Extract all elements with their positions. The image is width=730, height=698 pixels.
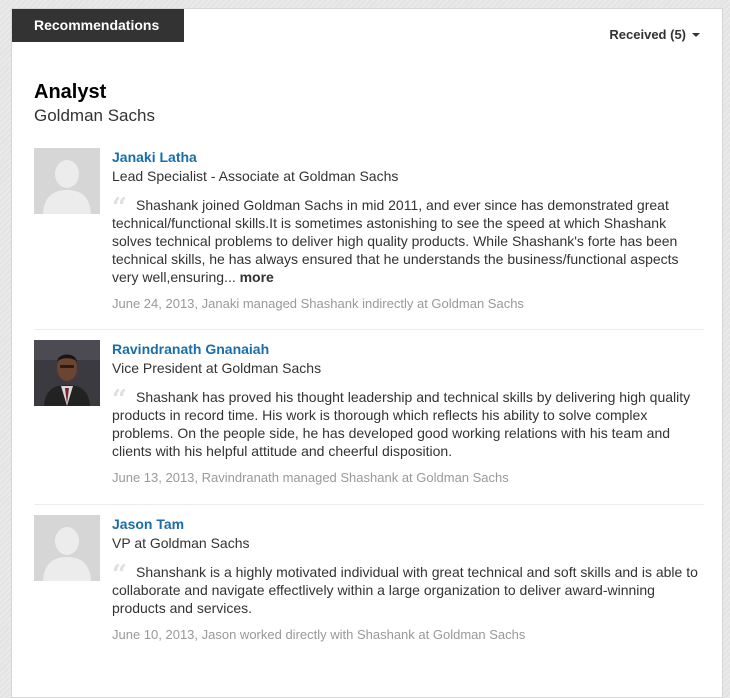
recommendation-text-body: Shanshank is a highly motivated individu… bbox=[112, 564, 698, 616]
recommender-headline: Vice President at Goldman Sachs bbox=[112, 360, 322, 376]
recommendation-meta: June 13, 2013, Ravindranath managed Shas… bbox=[112, 470, 509, 485]
quote-mark-icon: “ bbox=[112, 193, 127, 223]
avatar[interactable] bbox=[34, 515, 100, 581]
recommendation-body: Ravindranath Gnanaiah Vice President at … bbox=[112, 340, 704, 486]
recommendation-text: “Shashank has proved his thought leaders… bbox=[112, 385, 704, 460]
recommendations-panel: Recommendations Received (5) Analyst Gol… bbox=[11, 8, 723, 698]
position-title: Analyst bbox=[34, 81, 107, 103]
caret-down-icon bbox=[692, 32, 700, 37]
recommendation-text-body: Shashank joined Goldman Sachs in mid 201… bbox=[112, 197, 679, 285]
recommendation-meta: June 24, 2013, Janaki managed Shashank i… bbox=[112, 296, 524, 311]
recommendation-body: Jason Tam VP at Goldman Sachs “Shanshank… bbox=[112, 515, 704, 643]
recommendation-text: “Shashank joined Goldman Sachs in mid 20… bbox=[112, 193, 704, 286]
person-placeholder-icon bbox=[34, 148, 100, 214]
recommender-name-link[interactable]: Ravindranath Gnanaiah bbox=[112, 340, 269, 358]
recommendation-text: “Shanshank is a highly motivated individ… bbox=[112, 560, 704, 617]
recommender-name-link[interactable]: Jason Tam bbox=[112, 515, 184, 533]
person-photo-icon bbox=[34, 340, 100, 406]
person-placeholder-icon bbox=[34, 515, 100, 581]
avatar[interactable] bbox=[34, 340, 100, 406]
avatar[interactable] bbox=[34, 148, 100, 214]
divider bbox=[34, 504, 704, 505]
recommendation-text-body: Shashank has proved his thought leadersh… bbox=[112, 389, 691, 459]
received-filter-dropdown[interactable]: Received (5) bbox=[609, 27, 700, 42]
divider bbox=[34, 329, 704, 330]
more-link[interactable]: more bbox=[240, 269, 274, 285]
recommendations-tab[interactable]: Recommendations bbox=[12, 9, 184, 42]
quote-mark-icon: “ bbox=[112, 560, 127, 590]
recommendation-meta: June 10, 2013, Jason worked directly wit… bbox=[112, 627, 526, 642]
position-company: Goldman Sachs bbox=[34, 106, 155, 125]
quote-mark-icon: “ bbox=[112, 385, 127, 415]
received-filter-label: Received (5) bbox=[609, 27, 686, 42]
recommender-name-link[interactable]: Janaki Latha bbox=[112, 148, 197, 166]
recommender-headline: Lead Specialist - Associate at Goldman S… bbox=[112, 168, 399, 184]
recommender-headline: VP at Goldman Sachs bbox=[112, 535, 250, 551]
recommendation-body: Janaki Latha Lead Specialist - Associate… bbox=[112, 148, 704, 312]
